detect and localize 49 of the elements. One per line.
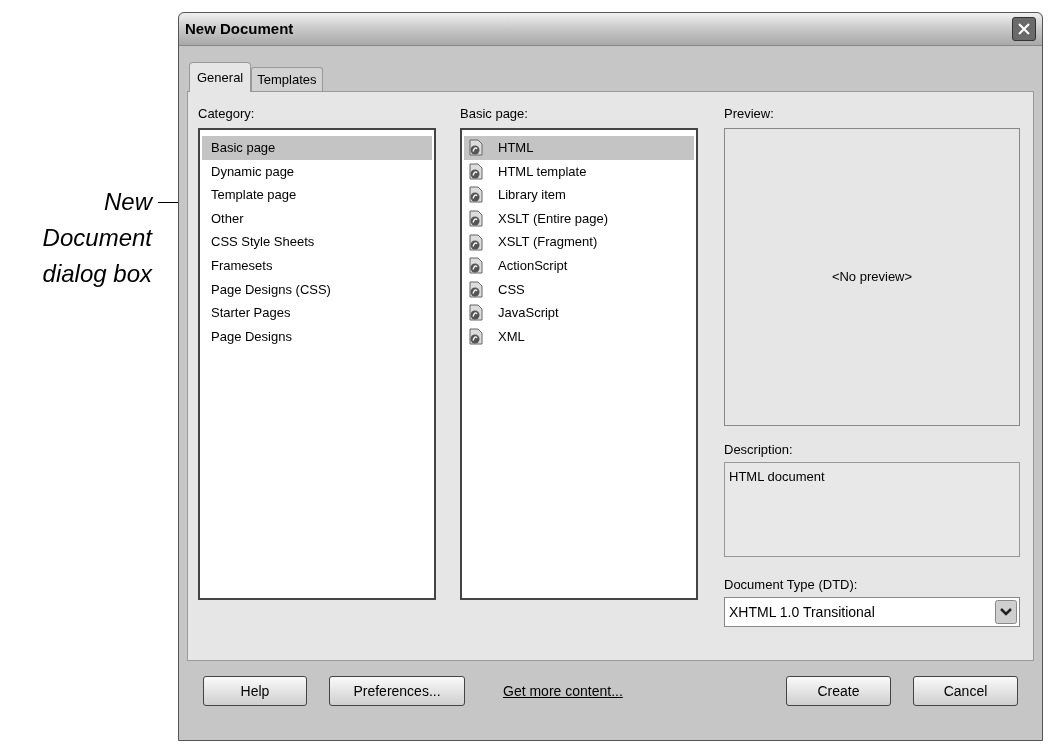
tab[interactable]: Templates	[251, 67, 323, 91]
list-label: Basic page:	[460, 105, 529, 123]
tab[interactable]: General	[189, 62, 252, 92]
document-icon	[469, 210, 483, 228]
document-icon	[469, 304, 483, 322]
leader-line	[158, 202, 178, 203]
callout-label: New Document dialog box	[41, 187, 152, 289]
page-type-item[interactable]: Library item	[464, 183, 694, 207]
dialog-button[interactable]: Cancel	[913, 676, 1018, 706]
document-icon	[469, 186, 483, 204]
get-more-content-link[interactable]: Get more content...	[503, 680, 623, 702]
category-item[interactable]: Page Designs (CSS)	[202, 277, 432, 302]
page-type-item[interactable]: XML	[464, 324, 694, 349]
category-item[interactable]: Basic page	[202, 136, 432, 160]
document-icon	[469, 162, 483, 180]
window-title: New Document	[185, 18, 294, 39]
preview-label: Preview:	[724, 105, 775, 123]
document-icon	[469, 280, 483, 298]
page-type-item[interactable]: HTML	[464, 136, 694, 160]
preview-text: <No preview>	[831, 268, 913, 287]
dialog-button[interactable]: Create	[786, 676, 891, 706]
dialog-button[interactable]: Preferences...	[329, 676, 465, 706]
document-type-dropdown[interactable]: XHTML 1.0 Transitional	[724, 597, 1020, 627]
list-label: Category:	[198, 105, 256, 123]
close-icon	[1017, 22, 1031, 36]
category-list[interactable]: Basic page Dynamic page Template page Other CSS Style Sheets Framesets Page Designs (CSS) Starter Pages Page Designs	[198, 128, 436, 600]
page-type-item[interactable]: CSS	[464, 277, 694, 302]
document-icon	[469, 328, 483, 346]
page-type-item[interactable]: JavaScript	[464, 301, 694, 325]
page-type-item[interactable]: XSLT (Entire page)	[464, 206, 694, 231]
category-item[interactable]: Template page	[202, 183, 432, 207]
dropdown-label: Document Type (DTD):	[724, 576, 859, 594]
page-type-list[interactable]: HTML HTML template Library item XSLT (Entire page) XSLT (Fragment) ActionScript CSS JavaScript XML	[460, 128, 698, 600]
close-button[interactable]	[1012, 17, 1036, 41]
description-label: Description:	[724, 441, 794, 459]
page-type-item[interactable]: XSLT (Fragment)	[464, 230, 694, 254]
category-item[interactable]: Other	[202, 206, 432, 231]
page-type-item[interactable]: HTML template	[464, 159, 694, 184]
description-text: HTML document	[729, 469, 825, 484]
document-icon	[469, 233, 483, 251]
document-icon	[469, 257, 483, 275]
document-icon	[469, 139, 483, 157]
category-item[interactable]: Framesets	[202, 253, 432, 278]
page-type-item[interactable]: ActionScript	[464, 253, 694, 278]
category-item[interactable]: Page Designs	[202, 324, 432, 349]
category-item[interactable]: Dynamic page	[202, 159, 432, 184]
dialog-button[interactable]: Help	[203, 676, 307, 706]
category-item[interactable]: Starter Pages	[202, 301, 432, 325]
category-item[interactable]: CSS Style Sheets	[202, 230, 432, 254]
